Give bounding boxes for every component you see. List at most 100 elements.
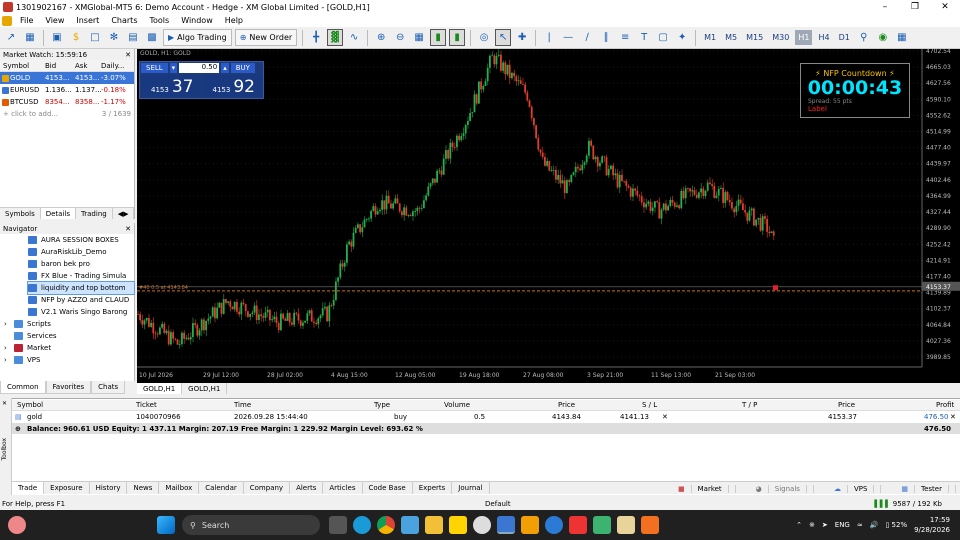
vertical-line-icon[interactable]: | <box>541 29 557 46</box>
list-item[interactable]: EURUSD 1.136... 1.137... -0.18% <box>0 84 134 96</box>
nav-indicator-item[interactable]: FX Blue - Trading Simula <box>28 270 134 282</box>
tab-articles[interactable]: Articles <box>323 482 363 494</box>
grid-layout-icon[interactable]: ▦ <box>894 29 910 46</box>
col-sl[interactable]: S / L <box>642 401 657 409</box>
chart-shift-icon[interactable]: ▮ <box>449 29 466 46</box>
fibonacci-icon[interactable]: ≡ <box>617 29 633 46</box>
search-icon[interactable]: ⚲ <box>856 29 872 46</box>
col-ask[interactable]: Ask <box>75 62 101 70</box>
wifi-icon[interactable]: ≈ <box>857 521 863 529</box>
expand-icon[interactable]: › <box>4 356 14 364</box>
table-row[interactable]: ▤ gold 1040070966 2026.09.28 15:44:40 bu… <box>12 411 960 422</box>
nav-indicator-item[interactable]: NFP by AZZO and CLAUD <box>28 294 134 306</box>
tab-journal[interactable]: Journal <box>452 482 490 494</box>
telegram-icon[interactable]: ➤ <box>822 521 828 529</box>
col-ticket[interactable]: Ticket <box>136 401 157 409</box>
menu-view[interactable]: View <box>39 16 70 25</box>
zoom-in-icon[interactable]: ⊕ <box>373 29 389 46</box>
col-profit[interactable]: Profit <box>936 401 954 409</box>
tab-trading[interactable]: Trading <box>76 208 113 219</box>
menu-file[interactable]: File <box>14 16 39 25</box>
chrome-icon[interactable] <box>377 516 395 534</box>
col-volume[interactable]: Volume <box>444 401 470 409</box>
restore-button[interactable]: ❐ <box>900 2 930 12</box>
clock[interactable]: 17:59 9/28/2026 <box>914 515 950 535</box>
show-hidden-icon[interactable]: ⌃ <box>796 521 802 529</box>
volume-down-button[interactable]: ▾ <box>169 63 178 73</box>
youtube-icon[interactable] <box>569 516 587 534</box>
battery-indicator[interactable]: ▯ 52% <box>885 521 907 529</box>
auto-scroll-icon[interactable]: ▮ <box>430 29 447 46</box>
nav-indicator-item[interactable]: AuraRiskLib_Demo <box>28 246 134 258</box>
notepad-icon[interactable] <box>401 516 419 534</box>
new-chart-icon[interactable]: ▣ <box>49 29 65 46</box>
bluetooth-icon[interactable]: ※ <box>809 521 815 529</box>
col-current-price[interactable]: Price <box>838 401 855 409</box>
volume-icon[interactable]: 🔊 <box>870 521 879 529</box>
expand-icon[interactable]: › <box>4 344 14 352</box>
bar-chart-icon[interactable]: ╋ <box>308 29 324 46</box>
menu-insert[interactable]: Insert <box>70 16 105 25</box>
market-watch-icon[interactable]: □ <box>87 29 103 46</box>
mt5-icon[interactable] <box>497 516 515 534</box>
close-icon[interactable]: ✕ <box>2 400 7 407</box>
col-symbol[interactable]: Symbol <box>0 62 45 70</box>
minimize-button[interactable]: – <box>870 2 900 12</box>
file-explorer-icon[interactable] <box>425 516 443 534</box>
community-icon[interactable]: ◉ <box>875 29 891 46</box>
tab-experts[interactable]: Experts <box>413 482 453 494</box>
tf-m1[interactable]: M1 <box>701 30 719 45</box>
nav-folder-market[interactable]: › Market <box>4 342 134 354</box>
ticket-icon[interactable] <box>617 516 635 534</box>
menu-tools[interactable]: Tools <box>143 16 175 25</box>
line-chart-icon[interactable]: ∿ <box>346 29 362 46</box>
list-item[interactable]: GOLD 4153... 4153... -3.07% <box>0 72 134 84</box>
remove-sl-icon[interactable]: ✕ <box>662 413 668 421</box>
col-time[interactable]: Time <box>234 401 251 409</box>
screenshot-icon[interactable]: ◎ <box>476 29 492 46</box>
volume-input[interactable]: 0.50 <box>179 63 220 73</box>
menu-help[interactable]: Help <box>219 16 249 25</box>
github-icon[interactable] <box>473 516 491 534</box>
terminal-icon[interactable]: ▩ <box>144 29 160 46</box>
col-symbol[interactable]: Symbol <box>17 401 43 409</box>
dollar-icon[interactable]: $ <box>68 29 84 46</box>
col-tp[interactable]: T / P <box>742 401 757 409</box>
profiles-icon[interactable]: ▦ <box>22 29 38 46</box>
volume-up-button[interactable]: ▴ <box>221 63 229 73</box>
tab-code-base[interactable]: Code Base <box>363 482 413 494</box>
menu-window[interactable]: Window <box>175 16 219 25</box>
col-bid[interactable]: Bid <box>45 62 75 70</box>
nav-indicator-item[interactable]: AURA SESSION BOXES <box>28 234 134 246</box>
tf-h1[interactable]: H1 <box>795 30 813 45</box>
tab-details[interactable]: Details <box>40 208 77 219</box>
edge-icon[interactable] <box>353 516 371 534</box>
tab-symbols[interactable]: Symbols <box>0 208 41 219</box>
tab-common[interactable]: Common <box>0 381 46 394</box>
tab-calendar[interactable]: Calendar <box>199 482 244 494</box>
menu-charts[interactable]: Charts <box>105 16 143 25</box>
crosshair-icon[interactable]: ✚ <box>514 29 530 46</box>
close-button[interactable]: ✕ <box>930 2 960 12</box>
shapes-icon[interactable]: ▢ <box>655 29 671 46</box>
channel-icon[interactable]: ∥ <box>598 29 614 46</box>
chart-tab[interactable]: GOLD,H1 <box>137 383 183 394</box>
tab-news[interactable]: News <box>127 482 160 494</box>
tf-m5[interactable]: M5 <box>722 30 740 45</box>
exness-icon[interactable] <box>449 516 467 534</box>
globe-icon[interactable] <box>545 516 563 534</box>
close-position-icon[interactable]: ✕ <box>950 413 956 421</box>
profile-name[interactable]: Default <box>485 500 511 508</box>
algo-trading-button[interactable]: ▶ Algo Trading <box>163 29 232 46</box>
language-indicator[interactable]: ENG <box>835 521 850 529</box>
zoom-out-icon[interactable]: ⊖ <box>392 29 408 46</box>
task-view-icon[interactable] <box>329 516 347 534</box>
horizontal-line-icon[interactable]: — <box>560 29 576 46</box>
chart-type-icon[interactable]: ↗ <box>3 29 19 46</box>
xampp-icon[interactable] <box>641 516 659 534</box>
add-symbol-link[interactable]: + click to add... <box>3 110 58 118</box>
nav-indicator-item[interactable]: V2.1 Waris Singo Barong <box>28 306 134 318</box>
signals-link[interactable]: ◕ Signals <box>744 484 814 493</box>
tf-d1[interactable]: D1 <box>836 30 853 45</box>
grid-icon[interactable]: ▦ <box>411 29 427 46</box>
